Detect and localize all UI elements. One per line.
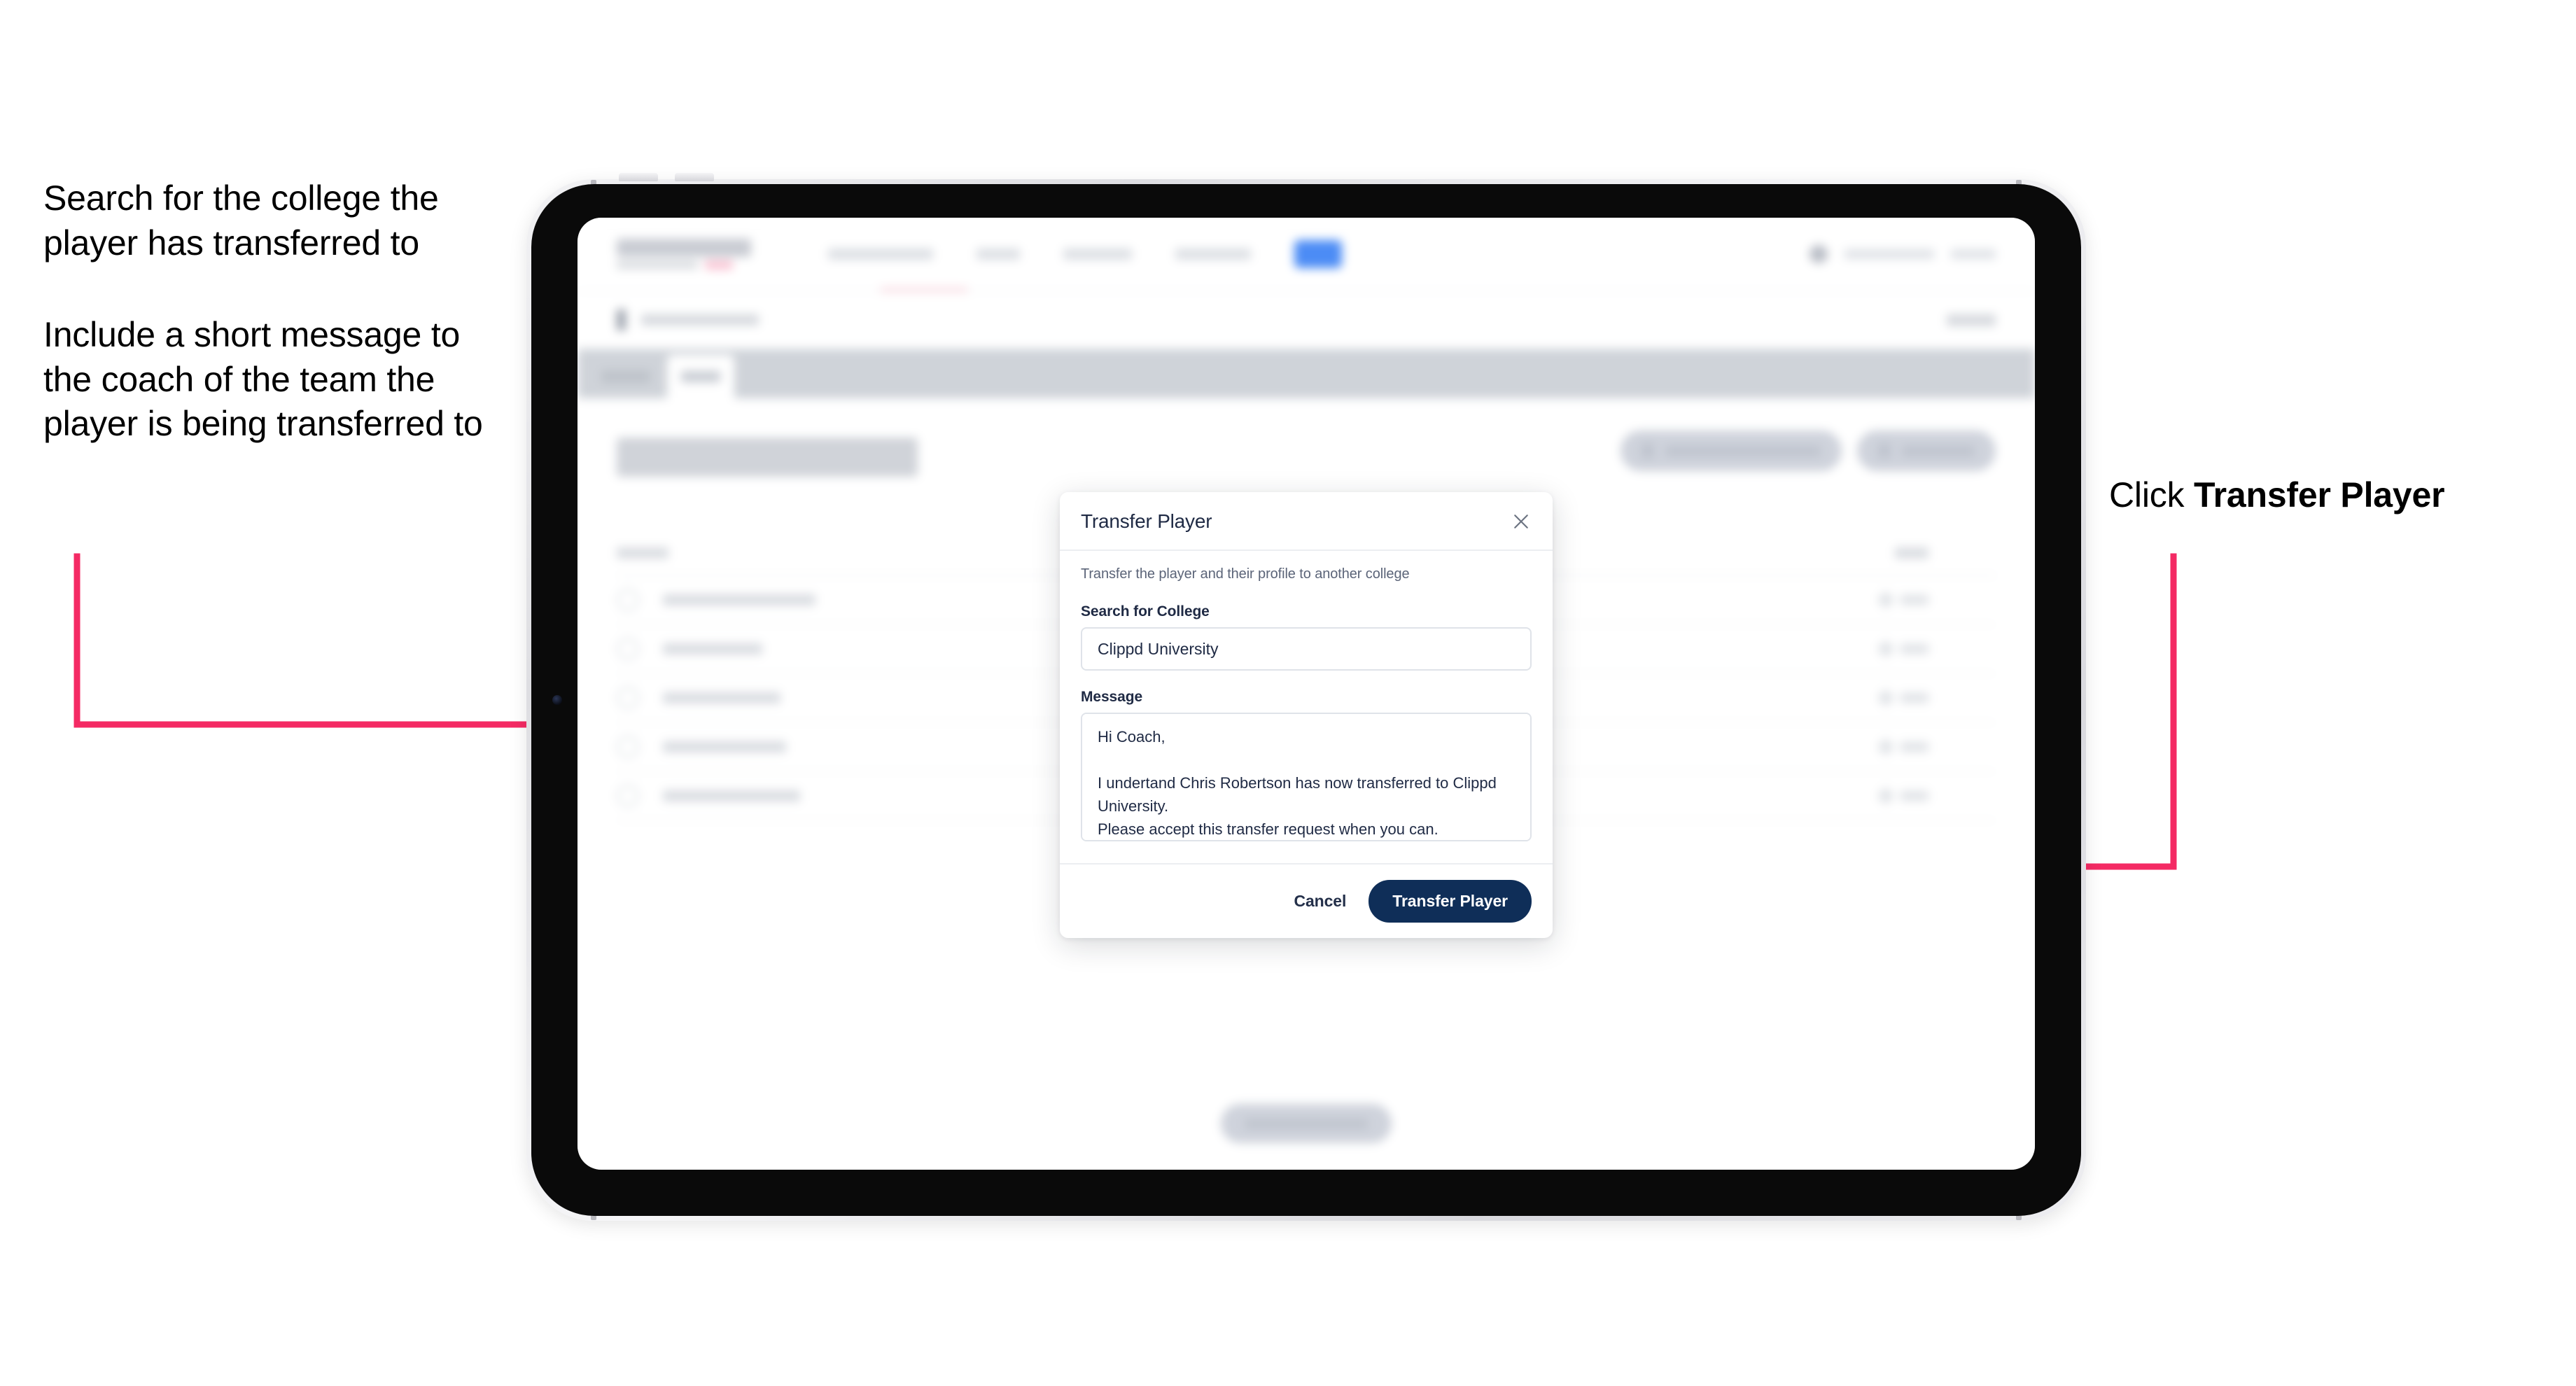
dialog-title: Transfer Player [1081, 510, 1212, 532]
dialog-header: Transfer Player [1060, 492, 1553, 551]
device-screen: Transfer Player Transfer the player and … [578, 218, 2035, 1170]
dialog-description: Transfer the player and their profile to… [1081, 566, 1410, 582]
transfer-player-dialog: Transfer Player Transfer the player and … [1060, 492, 1553, 938]
transfer-player-button[interactable]: Transfer Player [1368, 880, 1532, 923]
annotation-left-paragraph-2: Include a short message to the coach of … [43, 315, 483, 443]
annotation-spacer [43, 265, 491, 313]
dialog-body: Transfer the player and their profile to… [1060, 551, 1553, 863]
message-field-label: Message [1081, 689, 1143, 705]
device-bezel: Transfer Player Transfer the player and … [531, 184, 2081, 1216]
close-icon[interactable] [1511, 511, 1532, 532]
field-spacer [1081, 671, 1532, 689]
search-college-input[interactable] [1081, 627, 1532, 671]
front-camera-icon [552, 695, 562, 705]
tablet-device: Transfer Player Transfer the player and … [526, 173, 2086, 1221]
message-textarea[interactable]: Hi Coach, I undertand Chris Robertson ha… [1081, 713, 1532, 841]
volume-down-button[interactable] [675, 173, 714, 181]
annotation-right-prefix: Click [2109, 475, 2194, 514]
college-field-label: Search for College [1081, 603, 1210, 620]
annotation-right: Click Transfer Player [2109, 473, 2445, 518]
annotation-left: Search for the college the player has tr… [43, 176, 491, 447]
modal-layer: Transfer Player Transfer the player and … [578, 218, 2035, 1170]
volume-up-button[interactable] [619, 173, 658, 181]
dialog-footer: Cancel Transfer Player [1060, 863, 1553, 938]
annotation-right-emphasis: Transfer Player [2194, 475, 2445, 514]
annotation-left-paragraph-1: Search for the college the player has tr… [43, 178, 439, 262]
device-frame: Transfer Player Transfer the player and … [526, 173, 2086, 1221]
cancel-button[interactable]: Cancel [1289, 886, 1350, 916]
